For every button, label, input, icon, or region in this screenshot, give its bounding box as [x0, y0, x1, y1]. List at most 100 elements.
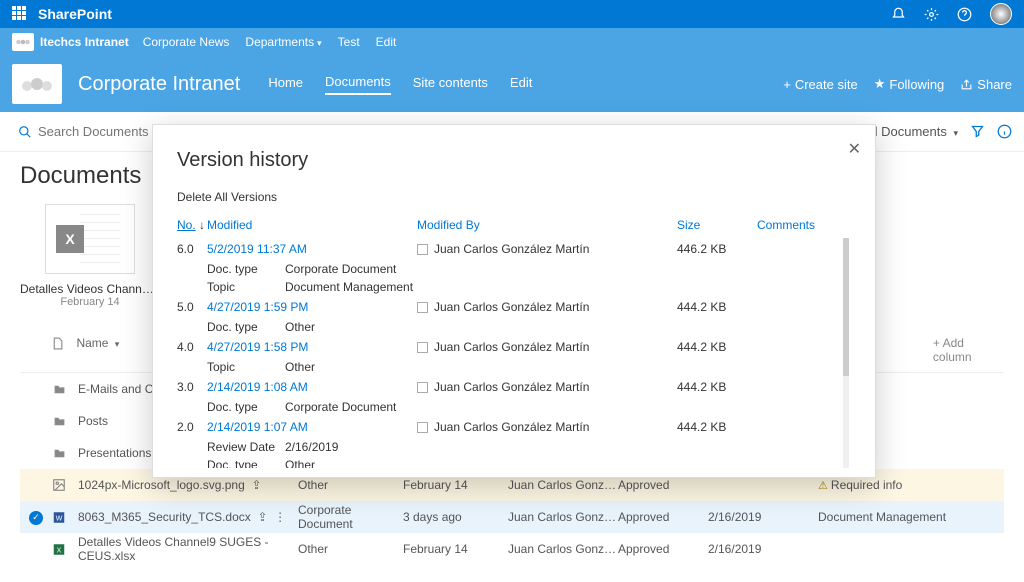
- file-thumbnail[interactable]: X Detalles Videos Channel... February 14: [20, 204, 160, 308]
- following-button[interactable]: ★Following: [874, 76, 945, 92]
- more-icon[interactable]: ⋮: [274, 510, 286, 524]
- view-selector[interactable]: All Documents ▾: [863, 124, 958, 139]
- help-icon[interactable]: [957, 7, 972, 22]
- file-type-icon: [51, 336, 64, 351]
- folder-icon: [52, 447, 78, 460]
- table-row[interactable]: XDetalles Videos Channel9 SUGES - CEUS.x…: [20, 533, 1004, 565]
- app-launcher-icon[interactable]: [12, 6, 28, 22]
- version-modby: Juan Carlos González Martín: [417, 420, 677, 434]
- col-size[interactable]: Size: [677, 218, 757, 232]
- checkbox-icon[interactable]: [417, 382, 428, 393]
- site-logo-small: [12, 33, 34, 51]
- file-name[interactable]: Detalles Videos Channel9 SUGES - CEUS.xl…: [78, 535, 298, 563]
- tab-home[interactable]: Home: [268, 75, 303, 94]
- global-topbar: SharePoint: [0, 0, 1024, 28]
- cell-modified-by: Juan Carlos González Mart: [508, 478, 618, 492]
- cell-review-date: 2/16/2019: [708, 510, 818, 524]
- share-icon[interactable]: ⇪: [257, 510, 267, 524]
- excel-icon: X: [56, 225, 84, 253]
- search-icon: [18, 125, 32, 139]
- bell-icon[interactable]: [891, 7, 906, 22]
- version-size: 444.2 KB: [677, 380, 757, 394]
- version-timestamp-link[interactable]: 4/27/2019 1:59 PM: [207, 300, 308, 314]
- col-modified[interactable]: Modified: [207, 218, 417, 232]
- close-icon[interactable]: ✕: [848, 139, 861, 159]
- gear-icon[interactable]: [924, 7, 939, 22]
- sub-value: Corporate Document: [285, 262, 396, 276]
- hero-nav: Corporate Intranet Home Documents Site c…: [0, 56, 1024, 112]
- folder-icon: [52, 415, 78, 428]
- filter-icon[interactable]: [970, 124, 985, 139]
- share-icon[interactable]: ⇪: [251, 478, 261, 492]
- version-timestamp-link[interactable]: 4/27/2019 1:58 PM: [207, 340, 308, 354]
- version-sub-row: Doc. typeOther: [177, 318, 851, 336]
- chevron-down-icon: ▾: [953, 128, 958, 138]
- checkbox-icon[interactable]: [417, 422, 428, 433]
- version-row[interactable]: 5.04/27/2019 1:59 PMJuan Carlos González…: [177, 296, 851, 318]
- version-no: 3.0: [177, 380, 207, 394]
- share-icon: [960, 78, 973, 91]
- sub-label: Doc. type: [207, 458, 285, 468]
- scrollbar-thumb[interactable]: [843, 238, 849, 376]
- version-timestamp-link[interactable]: 2/14/2019 1:08 AM: [207, 380, 308, 394]
- col-modified-by[interactable]: Modified By: [417, 218, 677, 232]
- create-site-button[interactable]: +Create site: [783, 77, 857, 92]
- version-size: 444.2 KB: [677, 340, 757, 354]
- sub-value: Other: [285, 360, 315, 374]
- sub-label: Topic: [207, 280, 285, 294]
- version-row[interactable]: 2.02/14/2019 1:07 AM Juan Carlos González…: [177, 416, 851, 438]
- thumbnail-name: Detalles Videos Channel...: [20, 282, 160, 296]
- nav-test[interactable]: Test: [338, 35, 360, 49]
- tab-site-contents[interactable]: Site contents: [413, 75, 488, 94]
- sub-value: Other: [285, 458, 315, 468]
- sub-value: Corporate Document: [285, 400, 396, 414]
- info-icon[interactable]: [997, 124, 1012, 139]
- file-name[interactable]: 1024px-Microsoft_logo.svg.png ⇪: [78, 478, 298, 492]
- checkbox-icon[interactable]: [417, 244, 428, 255]
- sub-label: Review Date: [207, 440, 285, 454]
- version-no: 2.0: [177, 420, 207, 434]
- col-comments[interactable]: Comments: [757, 218, 851, 232]
- version-row[interactable]: 3.02/14/2019 1:08 AMJuan Carlos González…: [177, 376, 851, 398]
- sub-value: Document Management: [285, 280, 413, 294]
- delete-all-versions-link[interactable]: Delete All Versions: [177, 190, 851, 204]
- tab-documents[interactable]: Documents: [325, 74, 391, 95]
- thumbnail-date: February 14: [20, 296, 160, 308]
- add-column-button[interactable]: + Add column: [933, 336, 1004, 364]
- nav-edit[interactable]: Edit: [376, 35, 397, 49]
- cell-modified-by: Juan Carlos González Mart: [508, 510, 618, 524]
- version-size: 444.2 KB: [677, 300, 757, 314]
- folder-icon: [52, 383, 78, 396]
- star-icon: ★: [874, 76, 886, 92]
- tab-edit[interactable]: Edit: [510, 75, 532, 94]
- col-no[interactable]: No.: [177, 218, 196, 232]
- cell-doctype: Other: [298, 542, 403, 556]
- nav-corporate-news[interactable]: Corporate News: [143, 35, 230, 49]
- version-timestamp-link[interactable]: 5/2/2019 11:37 AM: [207, 242, 307, 256]
- avatar[interactable]: [990, 3, 1012, 25]
- cell-approval: Approved: [618, 542, 708, 556]
- hero-title[interactable]: Corporate Intranet: [78, 73, 240, 96]
- nav-departments[interactable]: Departments▾: [245, 35, 321, 49]
- version-size: 444.2 KB: [677, 420, 757, 434]
- version-sub-row: Doc. typeOther: [177, 456, 851, 468]
- cell-review-date: 2/16/2019: [708, 542, 818, 556]
- version-row[interactable]: 6.05/2/2019 11:37 AMJuan Carlos González…: [177, 238, 851, 260]
- file-name[interactable]: 8063_M365_Security_TCS.docx ⇪ ⋮: [78, 510, 298, 524]
- sub-label: Doc. type: [207, 320, 285, 334]
- chevron-down-icon: ▾: [115, 339, 120, 349]
- cell-topic: ⚠ Required info: [818, 478, 958, 492]
- checkbox-icon[interactable]: [417, 342, 428, 353]
- checkbox-icon[interactable]: [417, 302, 428, 313]
- site-name[interactable]: Itechcs Intranet: [40, 35, 129, 49]
- version-sub-row: Doc. typeCorporate Document: [177, 260, 851, 278]
- version-timestamp-link[interactable]: 2/14/2019 1:07 AM: [207, 420, 308, 434]
- version-sub-row: Doc. typeCorporate Document: [177, 398, 851, 416]
- version-row[interactable]: 4.04/27/2019 1:58 PMJuan Carlos González…: [177, 336, 851, 358]
- version-table-header: No. ↓ Modified Modified By Size Comments: [177, 218, 851, 232]
- cell-modified-by: Juan Carlos González Mart: [508, 542, 618, 556]
- table-row[interactable]: ✓W8063_M365_Security_TCS.docx ⇪ ⋮Corpora…: [20, 501, 1004, 533]
- cell-doctype: Other: [298, 478, 403, 492]
- share-button[interactable]: Share: [960, 77, 1012, 92]
- version-modby: Juan Carlos González Martín: [417, 340, 677, 354]
